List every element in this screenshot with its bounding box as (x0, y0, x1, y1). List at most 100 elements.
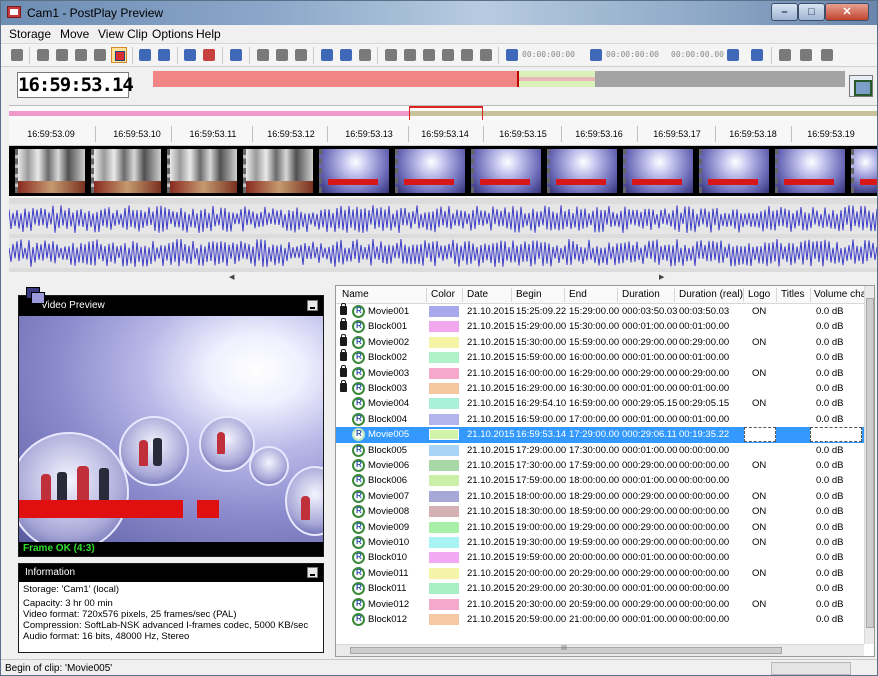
logo-icon[interactable] (383, 47, 399, 63)
color-swatch[interactable] (429, 383, 459, 394)
color-swatch[interactable] (429, 598, 459, 610)
table-row[interactable]: Movie008 21.10.201518:30:00.0018:59:00.00… (336, 504, 864, 519)
color-swatch[interactable] (429, 552, 459, 564)
grid-horizontal-scrollbar[interactable]: III (336, 644, 864, 656)
position-icon[interactable] (588, 47, 604, 63)
column-header-color[interactable]: Color (431, 289, 455, 300)
audio-icon[interactable] (478, 47, 494, 63)
color-swatch[interactable] (429, 490, 459, 502)
table-row[interactable]: Movie006 21.10.201517:30:00.0017:59:00.00… (336, 458, 864, 473)
color-swatch[interactable] (429, 475, 459, 487)
table-row[interactable]: Block010 21.10.201519:59:00.0020:00:00.00… (336, 550, 864, 565)
color-swatch[interactable] (429, 506, 459, 518)
table-row[interactable]: Movie011 21.10.201520:00:00.0020:29:00.00… (336, 566, 864, 581)
table-row[interactable]: Movie005 21.10.201516:59:53.1417:29:00.00… (336, 427, 864, 443)
menu-move[interactable]: Move (60, 27, 89, 41)
frame-thumbnail[interactable] (851, 149, 877, 193)
color-swatch[interactable] (429, 460, 459, 471)
table-row[interactable]: Block011 21.10.201520:29:00.0020:30:00.00… (336, 581, 864, 596)
frame-thumbnail[interactable] (319, 149, 389, 193)
color-swatch[interactable] (429, 537, 459, 548)
column-header-duration[interactable]: Duration (622, 289, 660, 300)
table-row[interactable]: Block004 21.10.201516:59:00.0017:00:00.00… (336, 412, 864, 427)
table-row[interactable]: Movie012 21.10.201520:30:00.0020:59:00.00… (336, 597, 864, 612)
menu-options[interactable]: Options (152, 27, 193, 41)
table-row[interactable]: Block003 21.10.201516:29:00.0016:30:00.00… (336, 380, 864, 396)
color-swatch[interactable] (429, 614, 459, 625)
go-begin-icon[interactable] (182, 47, 198, 63)
column-header-date[interactable]: Date (467, 289, 488, 300)
zoom-in-icon[interactable] (35, 47, 51, 63)
timeline-scrollbar[interactable]: ◀ ▶ (9, 272, 877, 282)
table-row[interactable]: Movie002 21.10.201515:30:00.0015:59:00.00… (336, 333, 864, 350)
column-header-duration-real[interactable]: Duration (real) (679, 289, 743, 300)
frame-thumbnail[interactable] (243, 149, 313, 193)
audio-waveform[interactable] (9, 198, 877, 272)
refresh-icon[interactable] (819, 47, 835, 63)
table-row[interactable]: Movie010 21.10.201519:30:00.0019:59:00.00… (336, 535, 864, 550)
scroll-left-arrow[interactable]: ◀ (229, 273, 234, 281)
color-swatch[interactable] (429, 567, 459, 579)
frame-thumbnail[interactable] (547, 149, 617, 193)
clip-grid[interactable]: Name Color Date Begin End Duration Durat… (335, 285, 875, 657)
filter-icon[interactable] (459, 47, 475, 63)
zoom-out-right-icon[interactable] (92, 47, 108, 63)
export-clip-icon[interactable] (338, 47, 354, 63)
split-clip-icon[interactable] (228, 47, 244, 63)
grid-vertical-scrollbar[interactable] (864, 286, 874, 644)
table-row[interactable]: Movie004 21.10.201516:29:54.1016:59:00.00… (336, 396, 864, 411)
title-bar[interactable]: Cam1 - PostPlay Preview – □ ✕ (1, 1, 877, 25)
color-swatch[interactable] (429, 413, 459, 425)
overlay-icon[interactable] (421, 47, 437, 63)
scroll-right-arrow[interactable]: ▶ (659, 273, 664, 281)
color-swatch[interactable] (429, 398, 459, 410)
column-header-begin[interactable]: Begin (516, 289, 542, 300)
marker-icon[interactable] (357, 47, 373, 63)
title-icon[interactable] (402, 47, 418, 63)
color-swatch[interactable] (429, 306, 459, 317)
go-end-icon[interactable] (201, 47, 217, 63)
menu-help[interactable]: Help (196, 27, 221, 41)
column-header-volume[interactable]: Volume char (814, 289, 870, 300)
column-header-end[interactable]: End (569, 289, 587, 300)
frame-thumbnail[interactable] (91, 149, 161, 193)
table-row[interactable]: Block002 21.10.201515:59:00.0016:00:00.00… (336, 349, 864, 365)
duration-icon[interactable] (504, 47, 520, 63)
table-row[interactable]: Block005 21.10.201517:29:00.0017:30:00.00… (336, 443, 864, 458)
table-row[interactable]: Movie001 21.10.201515:25:09.2215:29:00.00… (336, 303, 864, 319)
nav-cube-icon[interactable] (849, 75, 873, 97)
column-header-name[interactable]: Name (342, 289, 369, 300)
frame-thumbnail[interactable] (471, 149, 541, 193)
color-swatch[interactable] (429, 352, 459, 364)
timeline-thumbnails[interactable] (9, 146, 877, 196)
zoom-in-left-icon[interactable] (73, 47, 89, 63)
color-swatch[interactable] (429, 521, 459, 533)
loop-icon[interactable] (9, 47, 25, 63)
grid-horizontal-scroll-thumb[interactable]: III (350, 645, 782, 654)
maximize-button[interactable]: □ (798, 3, 825, 21)
column-header-titles[interactable]: Titles (781, 289, 805, 300)
frame-thumbnail[interactable] (775, 149, 845, 193)
color-swatch[interactable] (429, 367, 459, 379)
overview-cursor[interactable] (517, 71, 519, 87)
frame-thumbnail[interactable] (623, 149, 693, 193)
apply-time-icon[interactable] (749, 47, 765, 63)
clip-overview-bar[interactable] (153, 71, 845, 87)
cut-icon[interactable] (255, 47, 271, 63)
save-clip-icon[interactable] (319, 47, 335, 63)
close-button[interactable]: ✕ (825, 3, 869, 21)
frame-thumbnail[interactable] (15, 149, 85, 193)
color-swatch[interactable] (429, 336, 459, 348)
zoom-out-icon[interactable] (54, 47, 70, 63)
mark-out-icon[interactable] (156, 47, 172, 63)
paste-icon[interactable] (293, 47, 309, 63)
color-swatch[interactable] (429, 444, 459, 456)
table-row[interactable]: Block001 21.10.201515:29:00.0015:30:00.00… (336, 318, 864, 334)
minimize-panel-icon[interactable] (307, 300, 318, 311)
column-header-logo[interactable]: Logo (748, 289, 770, 300)
set-time-icon[interactable] (725, 47, 741, 63)
table-row[interactable]: Block012 21.10.201520:59:00.0021:00:00.00… (336, 612, 864, 627)
record-mode-icon[interactable] (111, 47, 127, 63)
mark-in-icon[interactable] (137, 47, 153, 63)
redo-icon[interactable] (798, 47, 814, 63)
